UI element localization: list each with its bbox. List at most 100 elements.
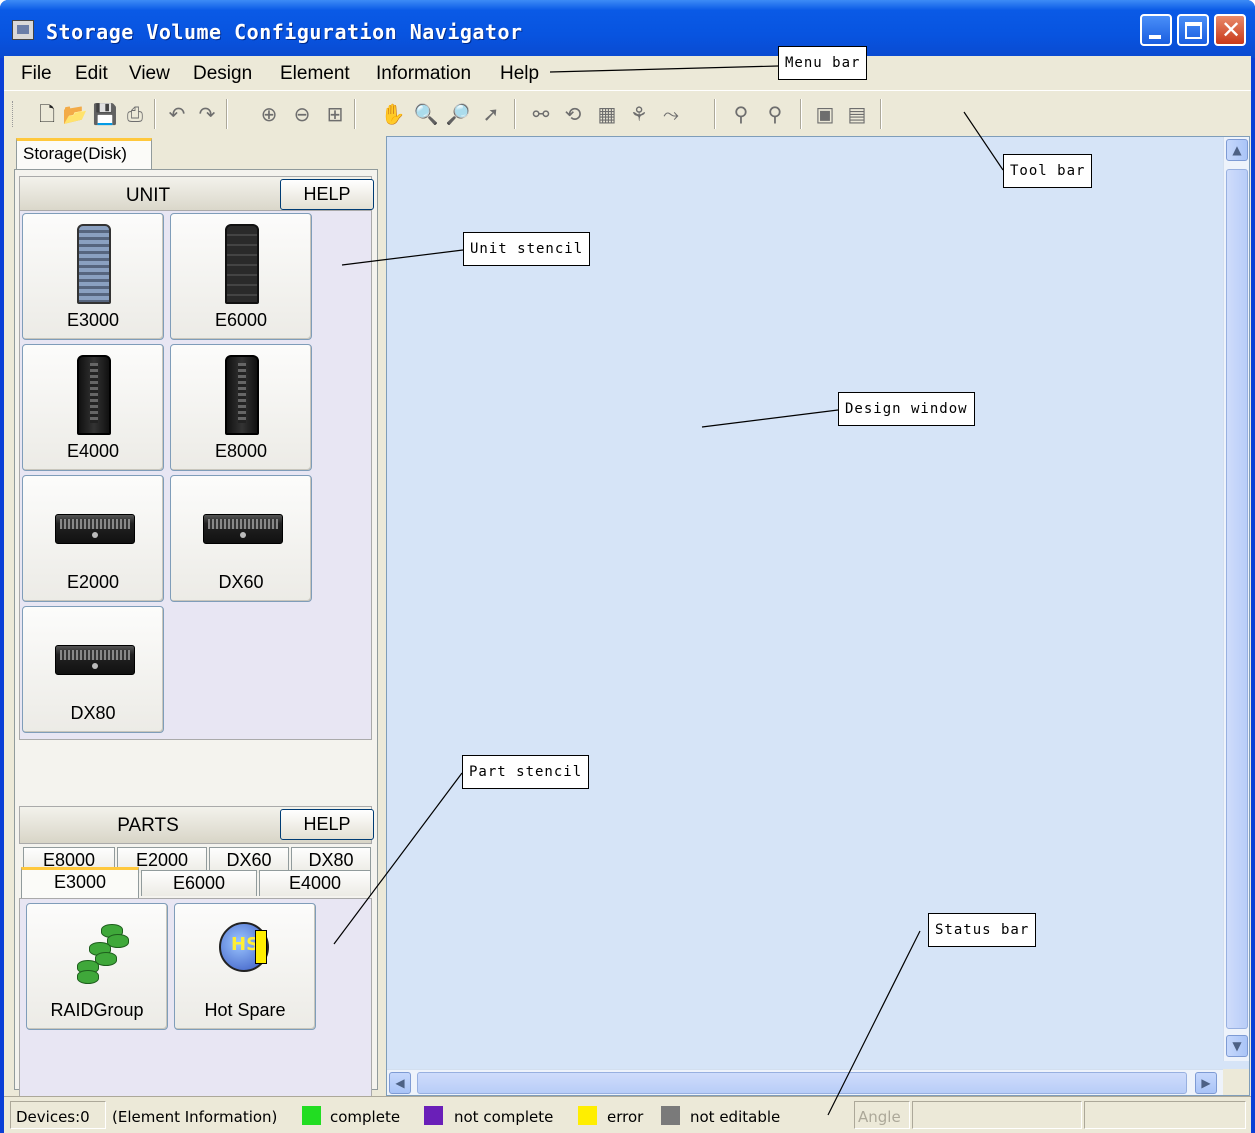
scroll-up-icon[interactable]: ▲ bbox=[1226, 139, 1248, 161]
devices-count: Devices:0 bbox=[16, 1108, 90, 1126]
horizontal-scrollbar[interactable]: ◀ ▶ bbox=[387, 1069, 1223, 1095]
minimize-button[interactable] bbox=[1140, 14, 1172, 46]
tab-label: Storage(Disk) bbox=[23, 144, 127, 163]
callout-unit-stencil: Unit stencil bbox=[463, 232, 591, 266]
unit-help-button[interactable]: HELP bbox=[280, 179, 374, 210]
unit-dx80-button[interactable]: DX80 bbox=[22, 606, 164, 733]
toolbar-separator bbox=[514, 99, 516, 129]
unit-label: DX60 bbox=[218, 572, 264, 592]
app-icon bbox=[12, 20, 34, 40]
maximize-button[interactable] bbox=[1177, 14, 1209, 46]
print-icon[interactable]: ⎙ bbox=[122, 101, 148, 127]
rotate-icon[interactable]: ⟲ bbox=[560, 101, 586, 127]
hand-pan-icon[interactable]: ✋ bbox=[380, 101, 406, 127]
minimize-icon bbox=[1149, 35, 1161, 39]
unit-header-label: UNIT bbox=[125, 185, 171, 206]
horizontal-scroll-thumb[interactable] bbox=[417, 1072, 1187, 1094]
legend-complete: complete bbox=[330, 1108, 401, 1126]
export-icon[interactable]: ▣ bbox=[812, 101, 838, 127]
raid-group-icon bbox=[71, 922, 131, 984]
storage-tower-icon bbox=[225, 355, 259, 435]
menu-element[interactable]: Element bbox=[280, 63, 350, 85]
menu-bar: File Edit View Design Element Informatio… bbox=[4, 56, 1251, 90]
angle-field: Angle bbox=[858, 1108, 901, 1126]
unit-label: E3000 bbox=[66, 310, 120, 330]
status-bar: Devices:0 (Element Information) complete… bbox=[4, 1096, 1251, 1133]
redo-icon[interactable]: ↷ bbox=[194, 101, 220, 127]
title-bar[interactable]: Storage Volume Configuration Navigator ✕ bbox=[0, 0, 1255, 58]
part-hot-spare-button[interactable]: HS Hot Spare bbox=[174, 903, 316, 1030]
tool-bar: 🗋 📂 💾 ⎙ ↶ ↷ ⊕ ⊖ ⊞ ✋ 🔍 🔎 ➚ ⚯ ⟲ ▦ ⚘ ⤳ ⚲ ⚲ bbox=[4, 90, 1251, 134]
hierarchy-alt-icon[interactable]: ⚲ bbox=[762, 101, 788, 127]
close-icon: ✕ bbox=[1221, 16, 1242, 44]
rack-unit-icon bbox=[203, 514, 283, 544]
storage-tower-icon bbox=[225, 224, 259, 304]
element-information: (Element Information) bbox=[112, 1108, 278, 1126]
save-icon[interactable]: 💾 bbox=[92, 101, 118, 127]
window-title: Storage Volume Configuration Navigator bbox=[46, 20, 523, 44]
menu-information[interactable]: Information bbox=[376, 63, 471, 85]
menu-help[interactable]: Help bbox=[500, 63, 539, 85]
fit-window-icon[interactable]: ⊞ bbox=[322, 101, 348, 127]
toolbar-separator bbox=[714, 99, 716, 129]
status-cell bbox=[1084, 1101, 1246, 1129]
toolbar-separator bbox=[800, 99, 802, 129]
undo-icon[interactable]: ↶ bbox=[164, 101, 190, 127]
close-button[interactable]: ✕ bbox=[1214, 14, 1246, 46]
callout-part-stencil: Part stencil bbox=[462, 755, 590, 789]
zoom-out-icon[interactable]: ⊖ bbox=[289, 101, 315, 127]
scroll-corner bbox=[1223, 1069, 1249, 1095]
unit-e6000-button[interactable]: E6000 bbox=[170, 213, 312, 340]
layout-icon[interactable]: ⚯ bbox=[528, 101, 554, 127]
scroll-left-icon[interactable]: ◀ bbox=[389, 1072, 411, 1094]
complete-swatch bbox=[302, 1106, 321, 1125]
grid-icon[interactable]: ▦ bbox=[594, 101, 620, 127]
hierarchy-icon[interactable]: ⚲ bbox=[728, 101, 754, 127]
tab-storage-disk[interactable]: Storage(Disk) bbox=[16, 138, 152, 170]
rack-unit-icon bbox=[55, 645, 135, 675]
menu-edit[interactable]: Edit bbox=[75, 63, 108, 85]
unit-label: DX80 bbox=[70, 703, 116, 723]
stencil-panel: UNIT HELP E3000 E6000 E4000 E8000 E2000 … bbox=[14, 169, 378, 1133]
toolbar-grip[interactable] bbox=[12, 101, 15, 127]
parts-help-button[interactable]: HELP bbox=[280, 809, 374, 840]
pointer-icon[interactable]: ➚ bbox=[478, 101, 504, 127]
scroll-down-icon[interactable]: ▼ bbox=[1226, 1035, 1248, 1057]
parts-tab-e4000[interactable]: E4000 bbox=[259, 870, 371, 896]
import-icon[interactable]: ▤ bbox=[844, 101, 870, 127]
hot-spare-icon: HS bbox=[219, 922, 269, 972]
parts-header-label: PARTS bbox=[117, 815, 179, 836]
menu-view[interactable]: View bbox=[129, 63, 170, 85]
vertical-scroll-thumb[interactable] bbox=[1226, 169, 1248, 1029]
parts-tab-e6000[interactable]: E6000 bbox=[141, 870, 257, 896]
unit-dx60-button[interactable]: DX60 bbox=[170, 475, 312, 602]
legend-error: error bbox=[607, 1108, 644, 1126]
toolbar-separator bbox=[226, 99, 228, 129]
vertical-scrollbar[interactable]: ▲ ▼ bbox=[1223, 137, 1249, 1061]
connect-icon[interactable]: ⤳ bbox=[658, 101, 684, 127]
unit-header: UNIT HELP bbox=[19, 176, 374, 214]
zoom-area-icon[interactable]: 🔍 bbox=[413, 101, 439, 127]
tree-icon[interactable]: ⚘ bbox=[626, 101, 652, 127]
zoom-in-icon[interactable]: ⊕ bbox=[256, 101, 282, 127]
status-cell bbox=[912, 1101, 1082, 1129]
callout-tool-bar: Tool bar bbox=[1003, 154, 1093, 188]
parts-tab-e3000[interactable]: E3000 bbox=[21, 867, 139, 899]
unit-e2000-button[interactable]: E2000 bbox=[22, 475, 164, 602]
zoom-select-icon[interactable]: 🔎 bbox=[445, 101, 471, 127]
new-file-icon[interactable]: 🗋 bbox=[34, 101, 60, 127]
unit-e4000-button[interactable]: E4000 bbox=[22, 344, 164, 471]
unit-label: E4000 bbox=[66, 441, 120, 461]
menu-file[interactable]: File bbox=[21, 63, 52, 85]
unit-e3000-button[interactable]: E3000 bbox=[22, 213, 164, 340]
part-raidgroup-button[interactable]: RAIDGroup bbox=[26, 903, 168, 1030]
toolbar-separator bbox=[880, 99, 882, 129]
design-window[interactable]: ▲ ▼ ◀ ▶ bbox=[386, 136, 1250, 1096]
menu-design[interactable]: Design bbox=[193, 63, 252, 85]
open-folder-icon[interactable]: 📂 bbox=[62, 101, 88, 127]
error-swatch bbox=[578, 1106, 597, 1125]
unit-label: E8000 bbox=[214, 441, 268, 461]
storage-tower-icon bbox=[77, 355, 111, 435]
unit-e8000-button[interactable]: E8000 bbox=[170, 344, 312, 471]
scroll-right-icon[interactable]: ▶ bbox=[1195, 1072, 1217, 1094]
